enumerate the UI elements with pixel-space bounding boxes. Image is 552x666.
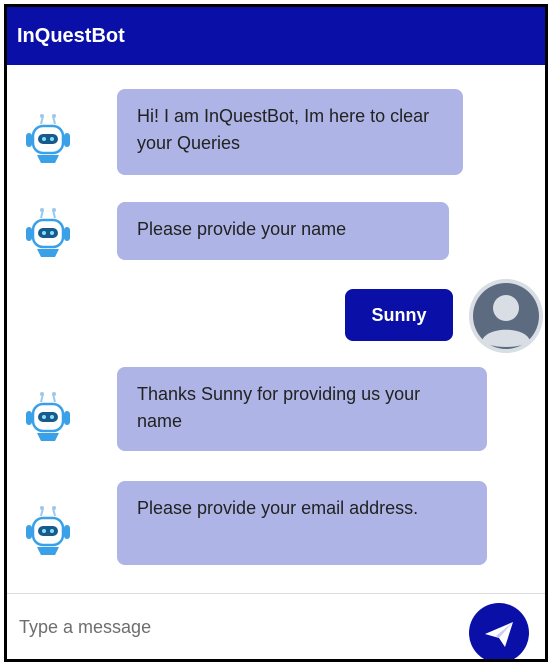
message-text: Hi! I am InQuestBot, Im here to clear yo… bbox=[137, 106, 430, 153]
user-message-bubble: Sunny bbox=[345, 289, 453, 341]
chat-window: InQuestBot Hi! I am InQuestBot, Im here … bbox=[4, 4, 548, 662]
robot-icon bbox=[25, 391, 71, 443]
send-button[interactable] bbox=[469, 603, 529, 659]
robot-icon bbox=[25, 207, 71, 259]
message-text: Please provide your email address. bbox=[137, 498, 419, 518]
message-text: Please provide your name bbox=[137, 219, 347, 239]
bot-message-bubble: Please provide your name bbox=[117, 202, 449, 260]
paper-plane-icon bbox=[469, 622, 529, 659]
bot-message-bubble: Please provide your email address. bbox=[117, 481, 487, 565]
message-text: Thanks Sunny for providing us your name bbox=[137, 384, 421, 431]
chat-title: InQuestBot bbox=[17, 25, 125, 47]
message-input[interactable] bbox=[17, 608, 451, 646]
user-avatar-icon bbox=[469, 279, 543, 353]
robot-icon bbox=[25, 505, 71, 557]
bot-message-bubble: Thanks Sunny for providing us your name bbox=[117, 367, 487, 451]
bot-message-bubble: Hi! I am InQuestBot, Im here to clear yo… bbox=[117, 89, 463, 175]
message-composer bbox=[7, 593, 545, 659]
message-list[interactable]: Hi! I am InQuestBot, Im here to clear yo… bbox=[7, 65, 545, 590]
robot-icon bbox=[25, 113, 71, 165]
message-text: Sunny bbox=[371, 305, 427, 325]
chat-header: InQuestBot bbox=[7, 7, 545, 65]
